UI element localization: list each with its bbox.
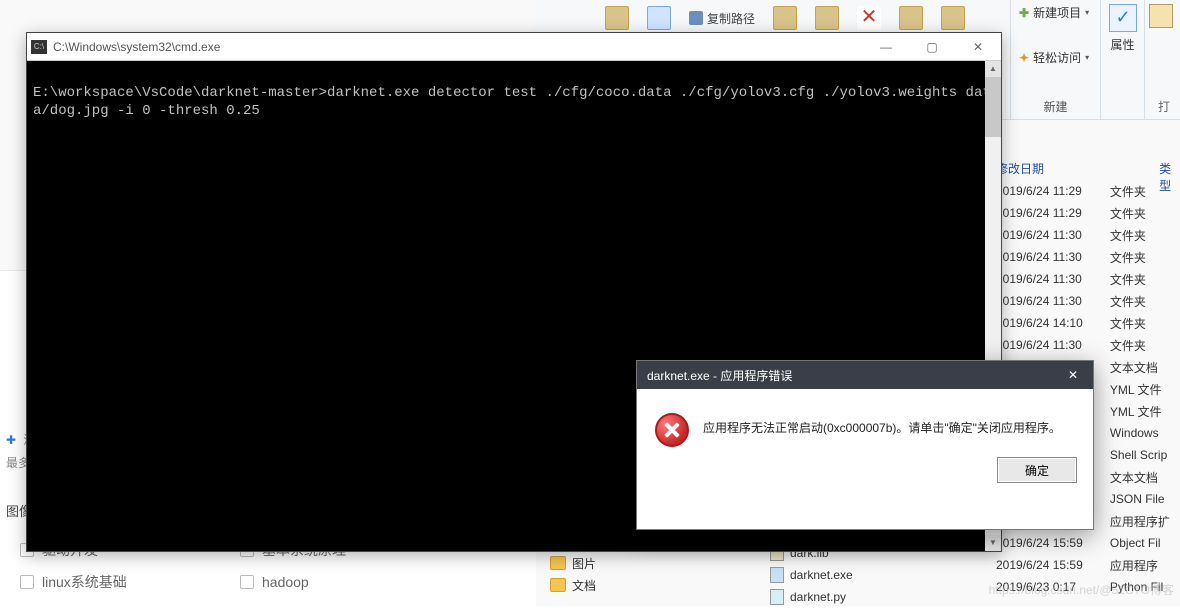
copy-path-label: 复制路径 xyxy=(707,10,755,27)
error-icon xyxy=(655,413,689,447)
move-to-icon[interactable] xyxy=(773,6,797,30)
properties-label: 属性 xyxy=(1110,36,1134,53)
table-row[interactable]: 2019/6/24 11:29文件夹 xyxy=(996,180,1180,202)
table-row[interactable]: 2019/6/24 11:30文件夹 xyxy=(996,268,1180,290)
error-message: 应用程序无法正常启动(0xc000007b)。请单击"确定"关闭应用程序。 xyxy=(703,413,1061,436)
new-item-button[interactable]: ✚ 新建项目 ▾ xyxy=(1019,4,1092,21)
close-button[interactable]: ✕ xyxy=(955,33,1001,61)
link-icon xyxy=(689,11,703,25)
plus-icon: ✚ xyxy=(1019,6,1029,20)
py-file-icon xyxy=(770,589,784,605)
properties-button[interactable]: 属性 xyxy=(1100,0,1144,119)
chevron-down-icon: ▾ xyxy=(1085,8,1089,17)
new-item-label: 新建项目 xyxy=(1033,4,1081,21)
easy-access-button[interactable]: ✦ 轻松访问 ▾ xyxy=(1019,49,1092,66)
table-row[interactable]: 2019/6/24 15:59Object Fil xyxy=(996,532,1180,554)
delete-icon[interactable]: ✕ xyxy=(857,6,881,30)
copy-to-icon[interactable] xyxy=(815,6,839,30)
copy-path-button[interactable]: 复制路径 xyxy=(689,10,755,27)
file-darknetpy[interactable]: darknet.py xyxy=(770,586,853,608)
minimize-button[interactable]: — xyxy=(863,33,909,61)
cmd-titlebar[interactable]: C:\ C:\Windows\system32\cmd.exe — ▢ ✕ xyxy=(27,33,1001,61)
new-folder-icon[interactable] xyxy=(941,6,965,30)
tag-item[interactable]: linux系统基础 xyxy=(20,572,220,592)
scroll-down-icon[interactable]: ▼ xyxy=(985,535,1001,551)
error-dialog: darknet.exe - 应用程序错误 ✕ 应用程序无法正常启动(0xc000… xyxy=(636,360,1094,530)
tag-item[interactable]: hadoop xyxy=(240,572,440,592)
table-row[interactable]: 2019/6/24 11:30文件夹 xyxy=(996,224,1180,246)
scroll-thumb[interactable] xyxy=(985,77,1001,137)
table-row[interactable]: 2019/6/24 14:10文件夹 xyxy=(996,312,1180,334)
cmd-icon: C:\ xyxy=(31,40,47,54)
error-titlebar[interactable]: darknet.exe - 应用程序错误 ✕ xyxy=(637,361,1093,389)
nav-docs[interactable]: 文档 xyxy=(550,574,596,596)
scroll-up-icon[interactable]: ▲ xyxy=(985,61,1001,77)
paste-icon[interactable] xyxy=(605,6,629,30)
close-icon[interactable]: ✕ xyxy=(1053,361,1093,389)
table-row[interactable]: 2019/6/23 0:17Python Fil xyxy=(996,576,1180,598)
ribbon-section-new: 新建 xyxy=(1019,94,1092,115)
copy-icon[interactable] xyxy=(647,6,671,30)
maximize-button[interactable]: ▢ xyxy=(909,33,955,61)
properties-icon xyxy=(1109,4,1137,32)
docs-icon xyxy=(550,578,566,592)
table-row[interactable]: 2019/6/24 11:30文件夹 xyxy=(996,246,1180,268)
error-title: darknet.exe - 应用程序错误 xyxy=(647,367,792,384)
ok-button[interactable]: 确定 xyxy=(997,457,1077,483)
add-icon[interactable]: ✚ xyxy=(6,433,20,447)
file-darknetexe[interactable]: darknet.exe xyxy=(770,564,853,586)
nav-pictures[interactable]: 图片 xyxy=(550,552,596,574)
chevron-down-icon: ▾ xyxy=(1085,53,1089,62)
rename-icon[interactable] xyxy=(899,6,923,30)
exe-file-icon xyxy=(770,567,784,583)
cmd-title: C:\Windows\system32\cmd.exe xyxy=(53,40,220,54)
ribbon-section-open: 打 xyxy=(1158,98,1170,115)
checkbox-icon[interactable] xyxy=(240,575,254,589)
table-row[interactable]: 2019/6/24 11:29文件夹 xyxy=(996,202,1180,224)
checkbox-icon[interactable] xyxy=(20,575,34,589)
history-icon xyxy=(1149,4,1173,28)
table-row[interactable]: 2019/6/24 11:30文件夹 xyxy=(996,334,1180,356)
easy-access-label: 轻松访问 xyxy=(1033,49,1081,66)
pictures-icon xyxy=(550,556,566,570)
easy-access-icon: ✦ xyxy=(1019,51,1029,65)
table-row[interactable]: 2019/6/24 15:59应用程序 xyxy=(996,554,1180,576)
table-row[interactable]: 2019/6/24 11:30文件夹 xyxy=(996,290,1180,312)
